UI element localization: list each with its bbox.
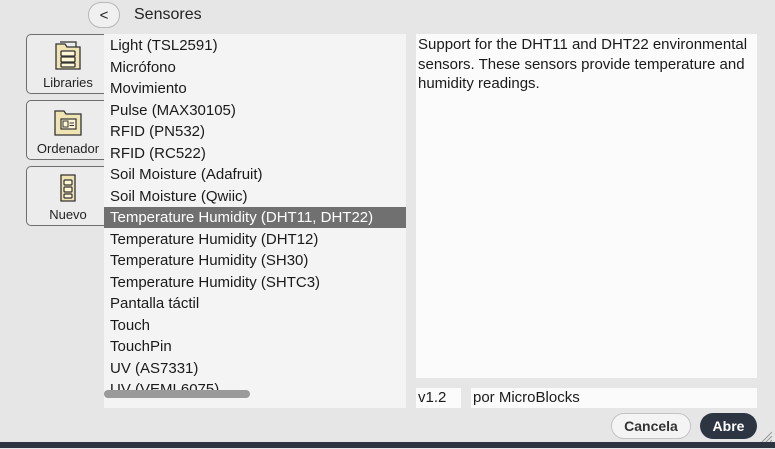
- sidebar-item-label: Libraries: [43, 75, 93, 90]
- list-item[interactable]: Micrófono: [104, 57, 406, 78]
- sidebar-item-nuevo[interactable]: Nuevo: [26, 166, 110, 226]
- list-item[interactable]: Temperature Humidity (DHT11, DHT22): [104, 207, 406, 228]
- list-item[interactable]: Pantalla táctil: [104, 293, 406, 314]
- list-item[interactable]: UV (AS7331): [104, 358, 406, 379]
- list-item[interactable]: Temperature Humidity (SH30): [104, 250, 406, 271]
- list-item[interactable]: RFID (PN532): [104, 121, 406, 142]
- horizontal-scrollbar[interactable]: [104, 390, 250, 398]
- list-item[interactable]: Touch: [104, 315, 406, 336]
- library-author: por MicroBlocks: [471, 388, 757, 408]
- sidebar-item-label: Ordenador: [36, 141, 100, 156]
- sidebar-item-libraries[interactable]: Libraries: [26, 34, 110, 94]
- library-list[interactable]: Light (TSL2591) Micrófono Movimiento Pulse …: [104, 34, 406, 408]
- back-button[interactable]: <: [88, 2, 120, 28]
- sidebar-item-ordenador[interactable]: Ordenador: [26, 100, 110, 160]
- libraries-icon: [51, 39, 85, 73]
- library-version: v1.2: [416, 388, 461, 408]
- list-item[interactable]: Light (TSL2591): [104, 35, 406, 56]
- list-item[interactable]: Temperature Humidity (SHTC3): [104, 272, 406, 293]
- list-item[interactable]: Pulse (MAX30105): [104, 100, 406, 121]
- library-description: Support for the DHT11 and DHT22 environm…: [416, 34, 757, 378]
- computer-folder-icon: [51, 105, 85, 139]
- list-item[interactable]: Movimiento: [104, 78, 406, 99]
- list-item[interactable]: Soil Moisture (Adafruit): [104, 164, 406, 185]
- list-item[interactable]: RFID (RC522): [104, 143, 406, 164]
- new-library-icon: [51, 171, 85, 205]
- dialog-title: Sensores: [134, 6, 202, 23]
- sidebar-item-label: Nuevo: [49, 207, 87, 222]
- list-item[interactable]: Temperature Humidity (DHT12): [104, 229, 406, 250]
- list-item[interactable]: TouchPin: [104, 336, 406, 357]
- open-button[interactable]: Abre: [700, 413, 757, 439]
- list-item[interactable]: Soil Moisture (Qwiic): [104, 186, 406, 207]
- cancel-button[interactable]: Cancela: [611, 413, 691, 439]
- window-bottom-edge: [0, 442, 775, 448]
